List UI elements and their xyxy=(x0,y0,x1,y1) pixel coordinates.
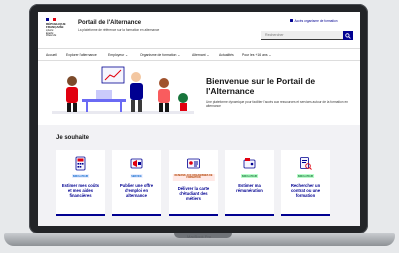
flag-icon xyxy=(46,18,56,21)
calculator-icon xyxy=(75,156,86,171)
hero-text: Une plateforme dynamique pour faciliter … xyxy=(206,100,348,109)
nav-item-label: Employeur xyxy=(108,52,125,57)
card-badge: SIMULATEUR xyxy=(240,174,259,179)
site-header: RÉPUBLIQUE FRANÇAISE Liberté Égalité Fra… xyxy=(38,12,360,48)
nav-item-alternant[interactable]: Alternant ⌄ xyxy=(192,53,209,57)
card-carte-etudiant[interactable]: RESERVE AUX ORGANISMES DE FORMATION Déli… xyxy=(169,150,218,216)
wallet-icon xyxy=(243,158,256,169)
main-nav: Accueil Explorer l'alternance Employeur … xyxy=(38,48,360,61)
nav-item-accueil[interactable]: Accueil xyxy=(46,53,57,57)
megaphone-icon xyxy=(130,158,143,169)
card-badge: SIMULATEUR xyxy=(71,174,90,179)
id-card-icon xyxy=(187,158,200,169)
section-title: Je souhaite xyxy=(56,135,90,141)
hero-banner: Bienvenue sur le Portail de l'Alternance… xyxy=(38,61,360,125)
nav-item-label: Organisme de formation xyxy=(140,52,177,57)
browser-screen: RÉPUBLIQUE FRANÇAISE Liberté Égalité Fra… xyxy=(38,12,360,226)
nav-item-plus16[interactable]: Pour les +16 ans ⌄ xyxy=(242,53,271,57)
document-search-icon xyxy=(300,157,312,170)
chevron-down-icon: ⌄ xyxy=(177,52,181,57)
nav-item-explorer[interactable]: Explorer l'alternance xyxy=(66,53,97,57)
lock-icon xyxy=(290,19,293,23)
search-icon xyxy=(345,32,351,39)
portal-subtitle: La plateforme de référence sur la format… xyxy=(78,28,160,32)
portal-title[interactable]: Portail de l'Alternance xyxy=(78,20,141,26)
access-link-label: Accès organisme de formation xyxy=(294,19,338,23)
card-badge: RESERVE AUX ORGANISMES DE FORMATION xyxy=(172,174,215,181)
gov-logo-line: Fraternité xyxy=(46,34,57,38)
hero-title: Bienvenue sur le Portail de l'Alternance xyxy=(206,76,316,96)
card-publier-offre[interactable]: SERVICE Publier une offre d'emploi en al… xyxy=(112,150,161,216)
chevron-down-icon: ⌄ xyxy=(268,52,272,57)
gov-logo: RÉPUBLIQUE FRANÇAISE Liberté Égalité Fra… xyxy=(46,18,66,38)
nav-item-actualites[interactable]: Actualités xyxy=(219,53,234,57)
card-label: Estimer ma rémunération xyxy=(236,183,263,194)
search-button[interactable] xyxy=(343,31,353,40)
card-badge: SIMULATEUR xyxy=(296,174,315,179)
card-label: Estimer mes coûts et mes aides financièr… xyxy=(61,183,100,199)
card-estimer-couts[interactable]: SIMULATEUR Estimer mes coûts et mes aide… xyxy=(56,150,105,216)
hero-illustration xyxy=(52,66,194,114)
nav-item-label: Alternant xyxy=(192,52,206,57)
chevron-down-icon: ⌄ xyxy=(125,52,129,57)
nav-item-label: Pour les +16 ans xyxy=(242,52,268,57)
nav-item-organisme[interactable]: Organisme de formation ⌄ xyxy=(140,53,180,57)
je-souhaite-section: Je souhaite SIMULATEUR Estimer mes coûts… xyxy=(38,125,360,226)
chevron-down-icon: ⌄ xyxy=(206,52,210,57)
card-rechercher-contrat[interactable]: SIMULATEUR Rechercher un contrat ou une … xyxy=(281,150,330,216)
card-badge: SERVICE xyxy=(130,174,143,179)
laptop-model-label: MacBook Pro xyxy=(186,234,211,239)
card-estimer-remuneration[interactable]: SIMULATEUR Estimer ma rémunération xyxy=(225,150,274,216)
card-label: Délivrer la carte d'étudiant des métiers xyxy=(177,186,210,202)
access-link[interactable]: Accès organisme de formation xyxy=(290,19,338,23)
card-label: Rechercher un contrat ou une formation xyxy=(290,183,321,199)
card-label: Publier une offre d'emploi en alternance xyxy=(119,183,154,199)
search-input[interactable]: Rechercher xyxy=(261,31,343,40)
nav-item-employeur[interactable]: Employeur ⌄ xyxy=(108,53,128,57)
